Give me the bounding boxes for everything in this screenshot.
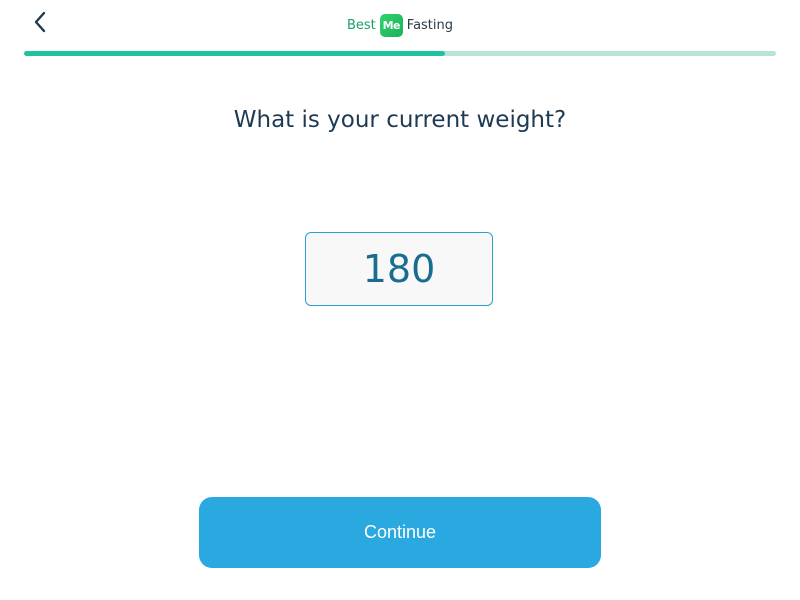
weight-input[interactable]: 180 xyxy=(305,232,493,306)
brand-logo: Best Me Fasting xyxy=(0,14,800,37)
question-title: What is your current weight? xyxy=(233,107,567,133)
brand-logo-mark: Me xyxy=(379,14,403,37)
continue-button[interactable]: Continue xyxy=(199,497,601,568)
progress-bar xyxy=(24,51,776,56)
brand-suffix: Fasting xyxy=(406,18,454,33)
weight-question-screen: Best Me Fasting What is your current wei… xyxy=(0,0,800,600)
brand-prefix: Best xyxy=(346,18,376,33)
progress-fill xyxy=(24,51,446,56)
